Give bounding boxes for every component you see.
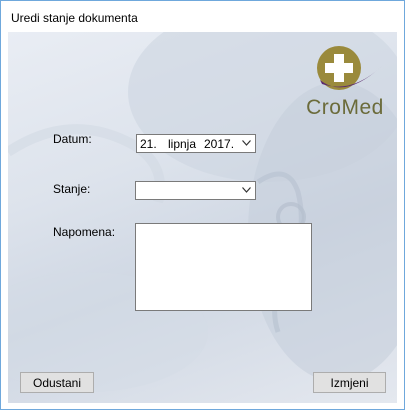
date-picker[interactable]: 21. lipnja 2017. [136, 134, 256, 153]
window-title: Uredi stanje dokumenta [11, 11, 138, 25]
chevron-down-icon[interactable] [242, 187, 251, 193]
change-button[interactable]: Izmjeni [313, 372, 386, 393]
status-select[interactable] [135, 181, 256, 200]
date-year[interactable]: 2017. [204, 137, 234, 151]
note-label: Napomena: [53, 225, 116, 239]
cromed-logo: CroMed [300, 40, 390, 122]
logo-text: CroMed [306, 96, 384, 119]
edit-document-status-window: Uredi stanje dokumenta CroMed Datum: 21. [0, 0, 405, 410]
medical-cross-icon [317, 46, 382, 90]
note-textarea[interactable] [135, 223, 312, 311]
date-label: Datum: [53, 132, 92, 146]
dialog-body: CroMed Datum: 21. lipnja 2017. Stanje: N… [8, 32, 397, 403]
date-month[interactable]: lipnja [168, 137, 196, 151]
cancel-button[interactable]: Odustani [20, 372, 94, 393]
chevron-down-icon[interactable] [242, 140, 251, 146]
status-label: Stanje: [53, 182, 91, 196]
title-bar: Uredi stanje dokumenta [1, 1, 404, 32]
date-day[interactable]: 21. [140, 137, 157, 151]
